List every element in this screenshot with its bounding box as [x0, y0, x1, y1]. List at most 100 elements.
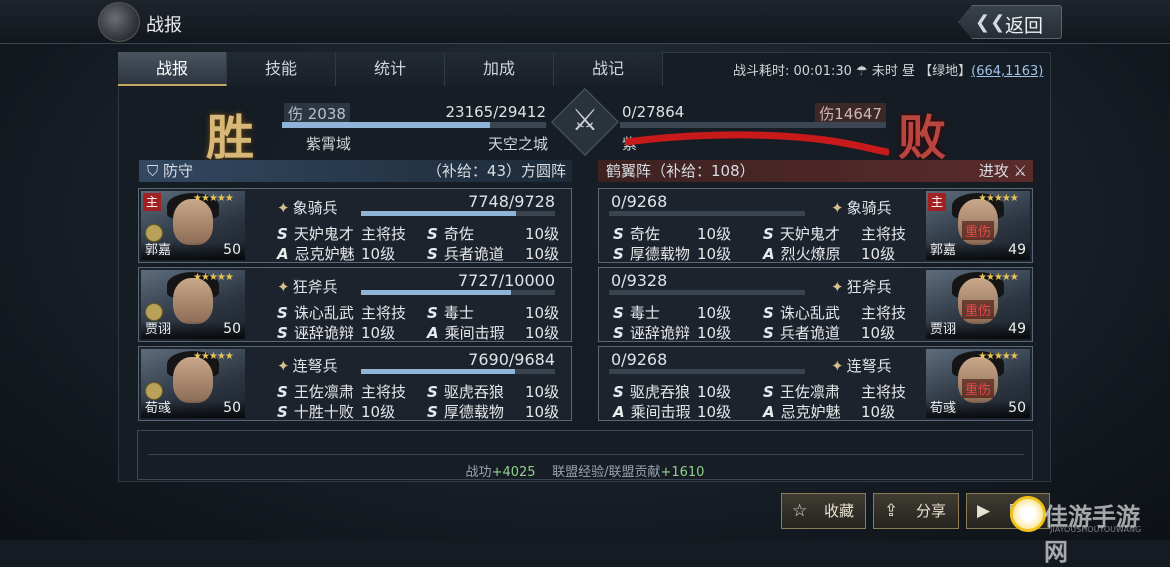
skill-item[interactable]: S 驱虎吞狼 10级: [613, 381, 753, 402]
general-level: 49: [1008, 242, 1026, 258]
left-city-name: 天空之城: [488, 135, 549, 153]
skill-name: 驱虎吞狼: [629, 383, 690, 401]
injured-status: 重伤: [962, 300, 995, 319]
left-damage: 伤 2038: [284, 103, 350, 124]
skill-level: 10级: [697, 225, 732, 243]
troop-bar: [609, 290, 805, 295]
skill-item[interactable]: S 诬辞诡辩 10级: [277, 322, 417, 343]
tab-log[interactable]: 战记: [554, 52, 663, 86]
skill-level: 主将技: [361, 383, 407, 401]
skill-grade: S: [613, 383, 624, 401]
skill-item[interactable]: S 毒士 10级: [427, 302, 567, 323]
coords-link[interactable]: (664,1163): [971, 64, 1043, 79]
skill-name: 奇佐: [443, 225, 474, 243]
skill-name: 诬辞诡辩: [629, 324, 690, 342]
general-portrait[interactable]: ★★★★★ 贾诩 50: [141, 270, 245, 339]
reward-divider: [148, 454, 1024, 455]
skill-grade: S: [277, 383, 288, 401]
left-general-card[interactable]: ★★★★★ 贾诩 50 ✦ 狂斧兵 7727/10000 S 诛心乱武 主将技 S 毒士 10级 S 诬辞…: [138, 267, 572, 342]
battle-info: 战斗耗时: 00:01:30 ☂ 未时 昼 【绿地】(664,1163): [733, 60, 1043, 79]
skill-name: 十胜十败: [293, 403, 354, 421]
unit-type-icon: ✦: [277, 278, 290, 296]
general-portrait[interactable]: 主 ★★★★★ 重伤 郭嘉 49: [926, 191, 1030, 260]
crossed-swords-icon: ⚔: [571, 103, 599, 138]
skill-grade: S: [277, 324, 288, 342]
skill-grade: S: [427, 304, 438, 322]
star-rating: ★★★★★: [193, 272, 234, 283]
skill-item[interactable]: A 忌克妒魅 10级: [763, 401, 903, 422]
skill-grade: S: [763, 225, 774, 243]
skill-name: 乘间击瑕: [630, 403, 691, 421]
general-portrait[interactable]: 主 ★★★★★ 郭嘉 50: [141, 191, 245, 260]
skill-item[interactable]: A 烈火燎原 10级: [763, 243, 903, 264]
skill-grade: A: [763, 245, 775, 263]
right-general-card[interactable]: 主 ★★★★★ 重伤 郭嘉 49 ✦ 象骑兵 0/9268 S 奇佐 10级 S 天妒鬼才 主将技 S 厚德载…: [598, 188, 1033, 263]
skill-item[interactable]: A 乘间击瑕 10级: [427, 322, 567, 343]
unit-type-label: 连弩兵: [292, 357, 338, 375]
skill-list: S 奇佐 10级 S 天妒鬼才 主将技 S 厚德载物 10级 A 烈火燎原 10级: [613, 223, 906, 264]
star-rating: ★★★★★: [978, 193, 1019, 204]
back-arrow-icon: ❮❮: [975, 12, 1006, 33]
skill-item[interactable]: S 王佐凛肃 主将技: [277, 381, 417, 402]
skill-item[interactable]: S 天妒鬼才 主将技: [277, 223, 417, 244]
general-level: 50: [223, 321, 241, 337]
general-portrait[interactable]: ★★★★★ 重伤 荀彧 50: [926, 349, 1030, 418]
skill-name: 诛心乱武: [779, 304, 840, 322]
skill-grade: A: [277, 245, 289, 263]
left-general-card[interactable]: 主 ★★★★★ 郭嘉 50 ✦ 象骑兵 7748/9728 S 天妒鬼才 主将技 S 奇佐 10级 A 忌克…: [138, 188, 572, 263]
skill-item[interactable]: S 毒士 10级: [613, 302, 753, 323]
skill-grade: S: [763, 383, 774, 401]
portrait-face: [173, 357, 213, 403]
left-formation-bar: ⛉ 防守 （补给：43）方圆阵: [139, 160, 572, 182]
sword-icon: ⚔: [1013, 162, 1027, 180]
right-general-card[interactable]: ★★★★★ 重伤 贾诩 49 ✦ 狂斧兵 0/9328 S 毒士 10级 S 诛心乱武 主将技 S 诬辞诡辩…: [598, 267, 1033, 342]
favorite-button[interactable]: ☆ 收藏: [781, 493, 866, 529]
tab-report[interactable]: 战报: [118, 52, 227, 86]
skill-item[interactable]: S 厚德载物 10级: [427, 401, 567, 422]
play-icon: ▶: [977, 501, 991, 521]
unit-type-icon: ✦: [831, 278, 844, 296]
right-general-card[interactable]: ★★★★★ 重伤 荀彧 50 ✦ 连弩兵 0/9268 S 驱虎吞狼 10级 S 王佐凛肃 主将技 A 乘间…: [598, 346, 1033, 421]
skill-name: 兵者诡道: [779, 324, 840, 342]
tab-skills[interactable]: 技能: [227, 52, 336, 86]
skill-item[interactable]: A 忌克妒魅 10级: [277, 243, 417, 264]
skill-item[interactable]: S 厚德载物 10级: [613, 243, 753, 264]
skill-level: 10级: [525, 403, 560, 421]
general-portrait[interactable]: ★★★★★ 荀彧 50: [141, 349, 245, 418]
skill-item[interactable]: A 乘间击瑕 10级: [613, 401, 753, 422]
skill-level: 10级: [697, 304, 732, 322]
skill-list: S 天妒鬼才 主将技 S 奇佐 10级 A 忌克妒魅 10级 S 兵者诡道 10级: [277, 223, 559, 263]
star-icon: ☆: [792, 501, 808, 521]
skill-item[interactable]: S 十胜十败 10级: [277, 401, 417, 422]
share-button[interactable]: ⇪ 分享: [873, 493, 959, 529]
general-portrait[interactable]: ★★★★★ 重伤 贾诩 49: [926, 270, 1030, 339]
skill-item[interactable]: S 王佐凛肃 主将技: [763, 381, 906, 402]
skill-name: 烈火燎原: [780, 245, 841, 263]
skill-item[interactable]: S 诛心乱武 主将技: [277, 302, 417, 323]
general-name: 贾诩: [145, 322, 172, 337]
skill-item[interactable]: S 兵者诡道 10级: [763, 322, 903, 343]
left-general-card[interactable]: ★★★★★ 荀彧 50 ✦ 连弩兵 7690/9684 S 王佐凛肃 主将技 S 驱虎吞狼 10级 S 十…: [138, 346, 572, 421]
skill-item[interactable]: S 天妒鬼才 主将技: [763, 223, 906, 244]
skill-level: 10级: [525, 245, 560, 263]
skill-item[interactable]: S 奇佐 10级: [427, 223, 567, 244]
skill-item[interactable]: S 诬辞诡辩 10级: [613, 322, 753, 343]
troop-bar: [609, 369, 805, 374]
tab-bonus[interactable]: 加成: [445, 52, 554, 86]
favorite-label: 收藏: [824, 502, 855, 520]
top-bar: 战报 ❮❮ 返回: [0, 0, 1170, 44]
merit-value: +4025: [491, 465, 536, 480]
skill-grade: A: [613, 403, 625, 421]
skill-name: 忌克妒魅: [780, 403, 841, 421]
back-button[interactable]: ❮❮ 返回: [958, 5, 1062, 39]
skill-name: 王佐凛肃: [293, 383, 354, 401]
star-rating: ★★★★★: [978, 351, 1019, 362]
skill-name: 驱虎吞狼: [443, 383, 504, 401]
skill-item[interactable]: S 驱虎吞狼 10级: [427, 381, 567, 402]
skill-item[interactable]: S 兵者诡道 10级: [427, 243, 567, 264]
troop-bar-fill: [361, 211, 516, 216]
tab-stats[interactable]: 统计: [336, 52, 445, 86]
right-formation: 鹤翼阵（补给：108）: [606, 162, 755, 180]
skill-item[interactable]: S 奇佐 10级: [613, 223, 753, 244]
skill-item[interactable]: S 诛心乱武 主将技: [763, 302, 906, 323]
